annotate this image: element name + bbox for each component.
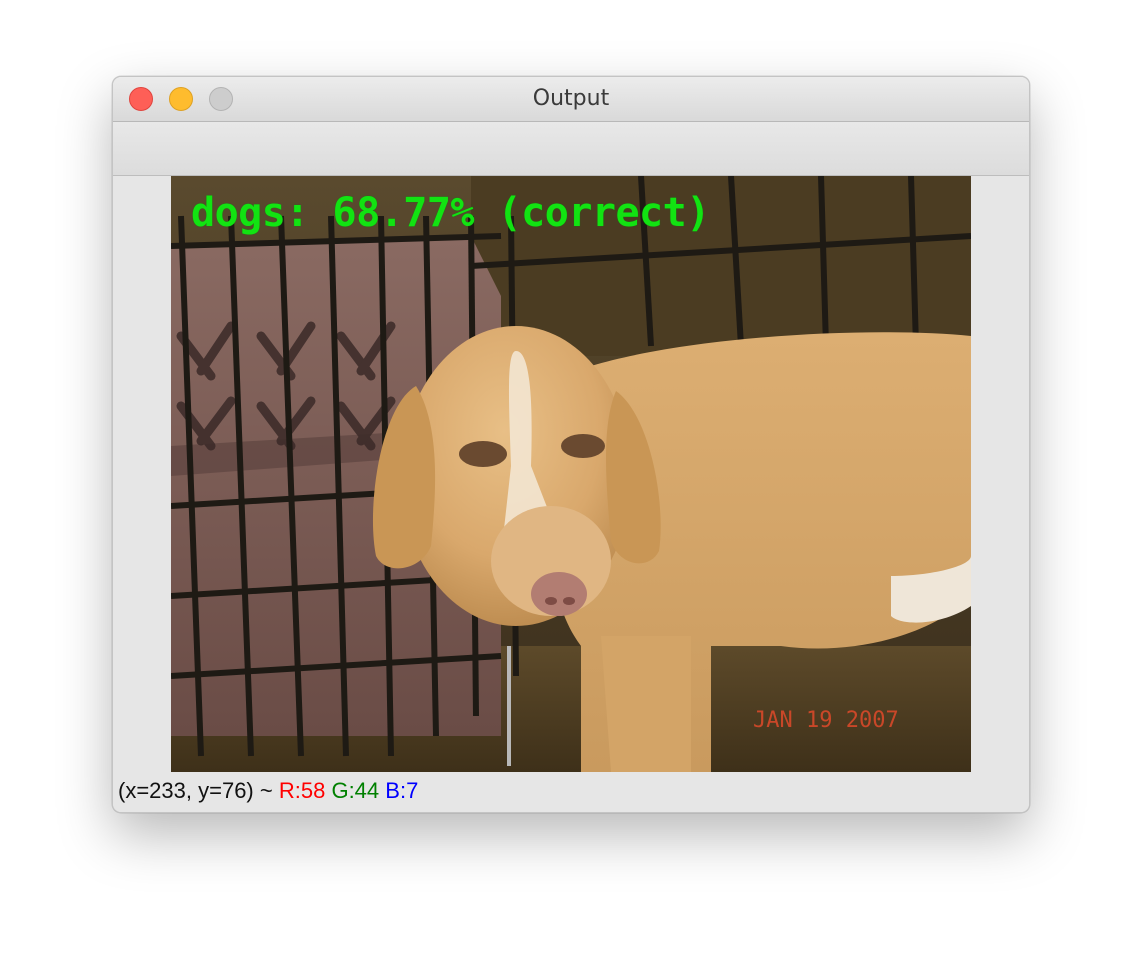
green-value: G:44: [331, 778, 380, 803]
status-bar: (x=233, y=76) ~ R:58 G:44 B:7: [118, 778, 418, 804]
date-stamp: JAN 19 2007: [753, 708, 899, 733]
red-value: R:58: [278, 778, 326, 803]
blue-value: B:7: [385, 778, 419, 803]
image-viewport: dogs: 68.77% (correct) JAN 19 2007 (x=23…: [113, 176, 1029, 812]
toolbar: [113, 122, 1029, 177]
cursor-coordinates: (x=233, y=76) ~: [118, 778, 273, 803]
output-window: Output dogs: 68.77% (correct) JAN 19 200…: [112, 76, 1030, 813]
title-bar[interactable]: Output: [113, 77, 1029, 122]
prediction-label: dogs: 68.77% (correct): [191, 190, 710, 236]
photo-illustration: [171, 176, 971, 772]
window-title: Output: [532, 86, 610, 111]
dog-photo[interactable]: dogs: 68.77% (correct) JAN 19 2007: [171, 176, 971, 772]
